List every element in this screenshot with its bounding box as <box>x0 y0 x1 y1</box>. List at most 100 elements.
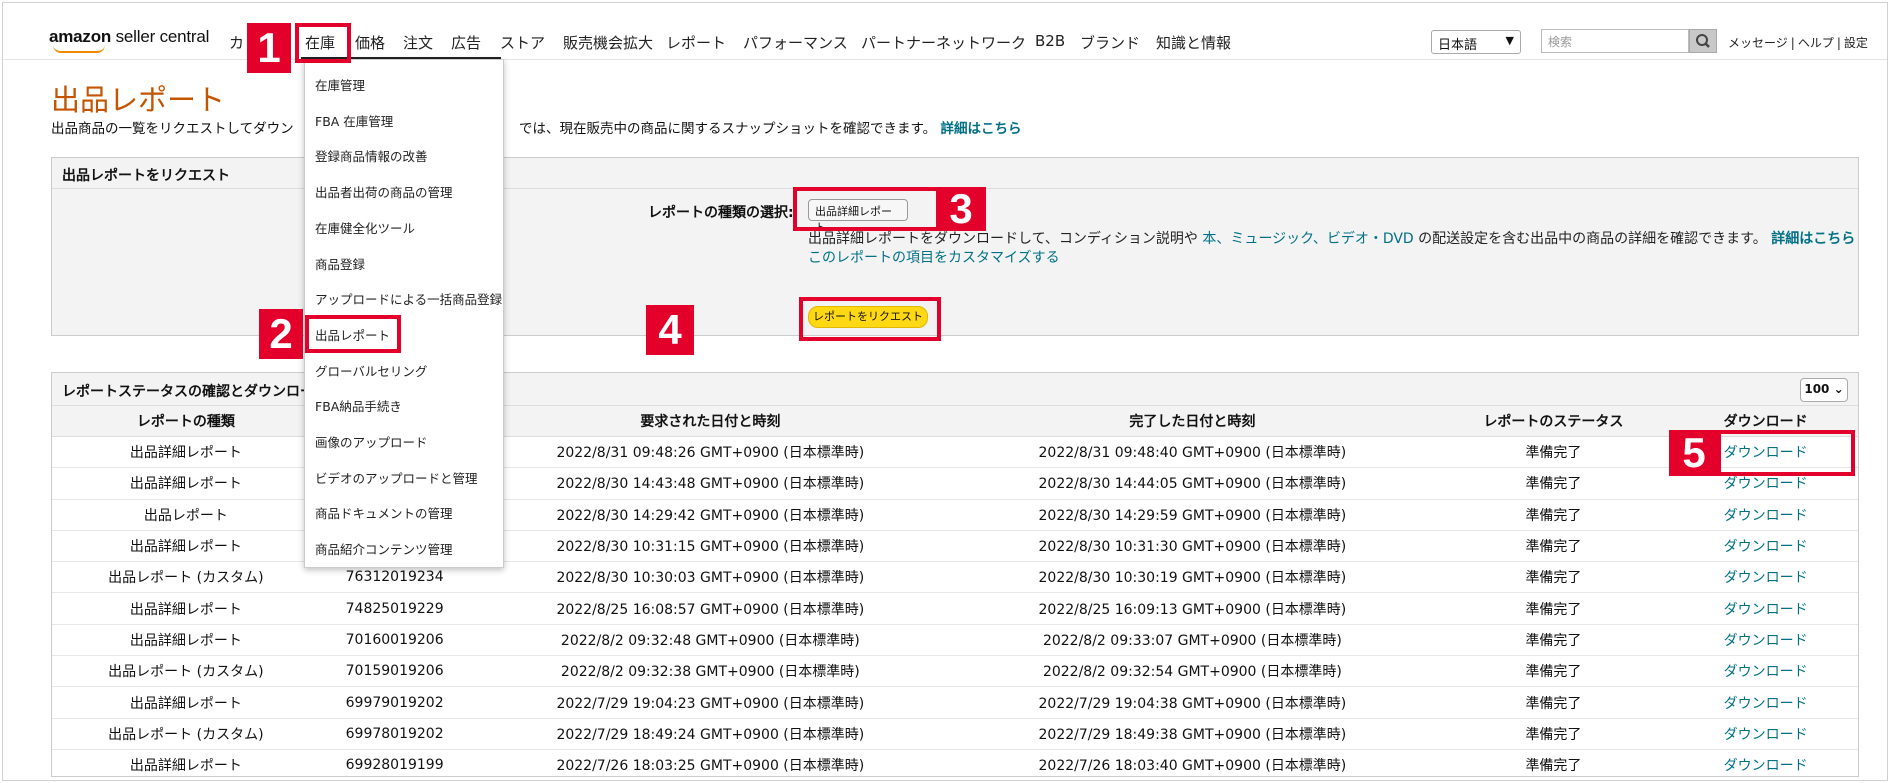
settings-link[interactable]: 設定 <box>1841 36 1871 50</box>
messages-link[interactable]: メッセージ <box>1725 36 1791 50</box>
table-cell: 準備完了 <box>1433 655 1674 688</box>
report-type-label: レポートの種類の選択: <box>648 205 794 221</box>
callout-badge-3: 3 <box>936 187 986 231</box>
table-cell: 準備完了 <box>1433 592 1674 625</box>
column-header: レポートの種類 <box>52 406 320 437</box>
menu-item[interactable]: FBA 在庫管理 <box>315 111 393 130</box>
table-cell: 出品詳細レポート <box>52 436 320 469</box>
nav-item-catalog[interactable]: カ <box>229 32 244 53</box>
nav-item-growth[interactable]: 販売機会拡大 <box>563 32 653 53</box>
table-row: 出品詳細レポート 69979019202 2022/7/29 19:04:23 GM… <box>52 686 1858 719</box>
customize-report-link[interactable]: このレポートの項目をカスタマイズする <box>808 250 1060 266</box>
report-learn-more-link[interactable]: 詳細はこちら <box>1771 231 1855 247</box>
table-cell: 出品レポート (カスタム) <box>52 718 320 750</box>
table-cell: 出品レポート (カスタム) <box>52 655 320 688</box>
table-cell: 69979019202 <box>319 686 470 719</box>
table-cell: 2022/8/25 16:09:13 GMT+0900 (日本標準時) <box>951 592 1434 625</box>
learn-more-link[interactable]: 詳細はこちら <box>940 121 1021 137</box>
table-cell: 2022/8/30 14:29:59 GMT+0900 (日本標準時) <box>951 499 1434 531</box>
menu-item[interactable]: アップロードによる一括商品登録 <box>315 289 502 308</box>
table-cell: 出品詳細レポート <box>52 592 320 625</box>
search-input[interactable]: 検索 <box>1541 29 1689 53</box>
table-cell: 出品詳細レポート <box>52 749 320 780</box>
chevron-down-icon: ⌄ <box>1833 382 1844 396</box>
seller-central-logo[interactable]: amazon seller central <box>49 27 209 47</box>
menu-item[interactable]: 商品ドキュメントの管理 <box>315 503 453 522</box>
table-cell: 準備完了 <box>1433 749 1674 780</box>
table-cell: 2022/7/29 19:04:38 GMT+0900 (日本標準時) <box>951 686 1434 719</box>
nav-item-performance[interactable]: パフォーマンス <box>743 32 848 53</box>
menu-item[interactable]: 商品登録 <box>315 254 365 273</box>
menu-item[interactable]: 登録商品情報の改善 <box>315 146 428 165</box>
download-link[interactable]: ダウンロード <box>1673 655 1858 688</box>
nav-item-learn[interactable]: 知識と情報 <box>1156 32 1231 53</box>
table-cell: 準備完了 <box>1433 436 1674 469</box>
table-cell: 準備完了 <box>1433 718 1674 750</box>
nav-item-brands[interactable]: ブランド <box>1080 32 1140 53</box>
nav-item-orders[interactable]: 注文 <box>403 32 433 53</box>
table-row: 出品詳細レポート 69928019199 2022/7/26 18:03:25 GM… <box>52 749 1858 780</box>
table-cell: 準備完了 <box>1433 530 1674 563</box>
download-link[interactable]: ダウンロード <box>1673 749 1858 780</box>
table-cell: 準備完了 <box>1433 624 1674 657</box>
menu-item[interactable]: 在庫管理 <box>315 75 365 94</box>
menu-item[interactable]: 画像のアップロード <box>315 432 428 451</box>
inventory-dropdown-menu: 在庫管理 FBA 在庫管理登録商品情報の改善出品者出荷の商品の管理 在庫健全化ツール… <box>304 59 504 568</box>
table-cell: 2022/8/2 09:32:54 GMT+0900 (日本標準時) <box>951 655 1434 688</box>
table-cell: 2022/8/2 09:32:38 GMT+0900 (日本標準時) <box>469 655 952 688</box>
nav-item-b2b[interactable]: B2B <box>1035 32 1065 50</box>
download-link[interactable]: ダウンロード <box>1673 718 1858 750</box>
nav-item-advertising[interactable]: 広告 <box>451 32 481 53</box>
table-cell: 出品レポート (カスタム) <box>52 561 320 594</box>
per-page-select[interactable]: 100 ⌄ <box>1800 378 1848 402</box>
column-header: 完了した日付と時刻 <box>951 406 1434 437</box>
top-links: メッセージ | ヘルプ | 設定 <box>1725 34 1871 51</box>
chevron-down-icon: ▼ <box>1505 34 1514 47</box>
table-cell: 2022/8/2 09:32:48 GMT+0900 (日本標準時) <box>469 624 952 657</box>
download-link[interactable]: ダウンロード <box>1673 624 1858 657</box>
download-link[interactable]: ダウンロード <box>1673 561 1858 594</box>
callout-badge-2: 2 <box>259 309 303 359</box>
table-cell: 出品詳細レポート <box>52 686 320 719</box>
table-cell: 2022/8/30 10:31:15 GMT+0900 (日本標準時) <box>469 530 952 563</box>
logo-smile-icon <box>53 45 105 53</box>
callout-badge-4: 4 <box>646 305 694 355</box>
download-link[interactable]: ダウンロード <box>1673 592 1858 625</box>
page-title: 出品レポート <box>51 85 226 117</box>
menu-item[interactable]: グローバルセリング <box>315 361 427 380</box>
menu-item[interactable]: 在庫健全化ツール <box>315 218 415 237</box>
app-window: amazon seller central カ 在庫 価格 注文 広告 ストア … <box>2 2 1888 781</box>
table-cell: 2022/8/30 10:31:30 GMT+0900 (日本標準時) <box>951 530 1434 563</box>
callout-highlight-3 <box>793 187 953 231</box>
help-link[interactable]: ヘルプ <box>1795 36 1837 50</box>
nav-item-pricing[interactable]: 価格 <box>355 32 385 53</box>
table-cell: 2022/7/26 18:03:25 GMT+0900 (日本標準時) <box>469 749 952 780</box>
table-cell: 2022/8/30 10:30:03 GMT+0900 (日本標準時) <box>469 561 952 594</box>
table-row: 出品詳細レポート 70160019206 2022/8/2 09:32:48 GMT… <box>52 624 1858 657</box>
table-cell: 出品詳細レポート <box>52 624 320 657</box>
menu-item[interactable]: 出品者出荷の商品の管理 <box>315 182 453 201</box>
category-link[interactable]: 本、ミュージック、ビデオ・DVD <box>1202 231 1413 247</box>
search-button[interactable] <box>1689 29 1717 53</box>
table-cell: 2022/7/26 18:03:40 GMT+0900 (日本標準時) <box>951 749 1434 780</box>
table-cell: 出品詳細レポート <box>52 530 320 563</box>
menu-item[interactable]: FBA納品手続き <box>315 396 402 415</box>
table-cell: 2022/8/30 14:43:48 GMT+0900 (日本標準時) <box>469 467 952 500</box>
menu-item[interactable]: 商品紹介コンテンツ管理 <box>315 539 453 558</box>
callout-badge-1: 1 <box>247 23 291 73</box>
callout-highlight-5 <box>1717 430 1855 476</box>
menu-item[interactable]: ビデオのアップロードと管理 <box>315 468 478 487</box>
download-link[interactable]: ダウンロード <box>1673 499 1858 531</box>
language-select[interactable]: 日本語 ▼ <box>1431 30 1521 54</box>
table-row: 出品レポート (カスタム) 69978019202 2022/7/29 18:49:… <box>52 718 1858 750</box>
download-link[interactable]: ダウンロード <box>1673 686 1858 719</box>
search-icon <box>1696 34 1710 48</box>
nav-item-reports[interactable]: レポート <box>666 32 726 53</box>
table-cell: 準備完了 <box>1433 499 1674 531</box>
table-cell: 2022/8/25 16:08:57 GMT+0900 (日本標準時) <box>469 592 952 625</box>
download-link[interactable]: ダウンロード <box>1673 530 1858 563</box>
column-header: レポートのステータス <box>1433 406 1674 437</box>
nav-item-partner-network[interactable]: パートナーネットワーク <box>861 32 1026 53</box>
table-row: 出品レポート (カスタム) 70159019206 2022/8/2 09:32:3… <box>52 655 1858 688</box>
nav-item-stores[interactable]: ストア <box>500 32 545 53</box>
